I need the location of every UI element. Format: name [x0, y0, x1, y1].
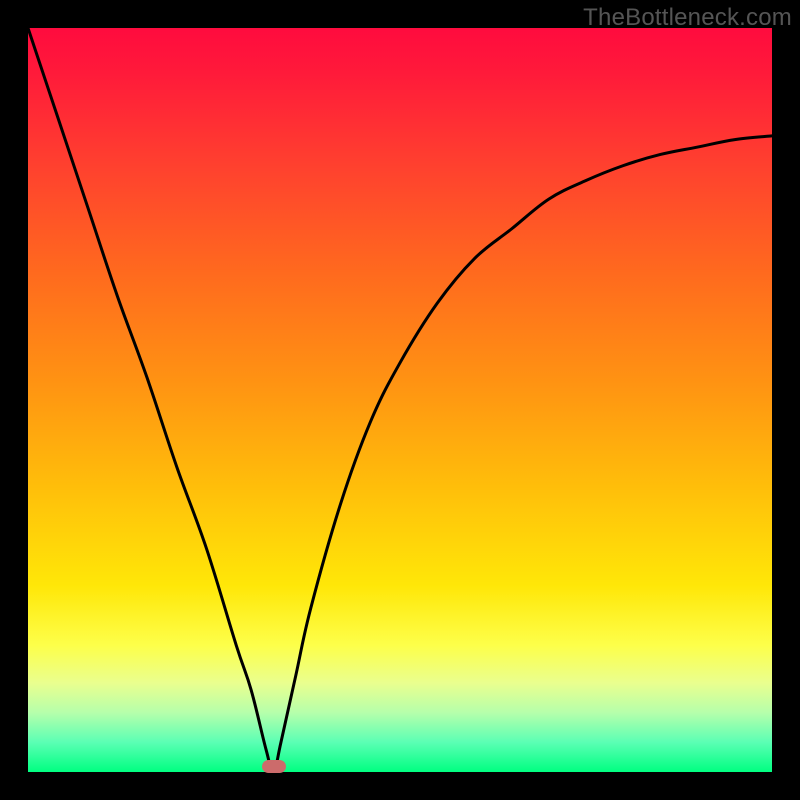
- plot-area: [28, 28, 772, 772]
- bottleneck-curve: [28, 28, 772, 772]
- watermark-text: TheBottleneck.com: [583, 4, 792, 32]
- optimum-marker: [262, 760, 286, 773]
- chart-frame: TheBottleneck.com: [0, 0, 800, 800]
